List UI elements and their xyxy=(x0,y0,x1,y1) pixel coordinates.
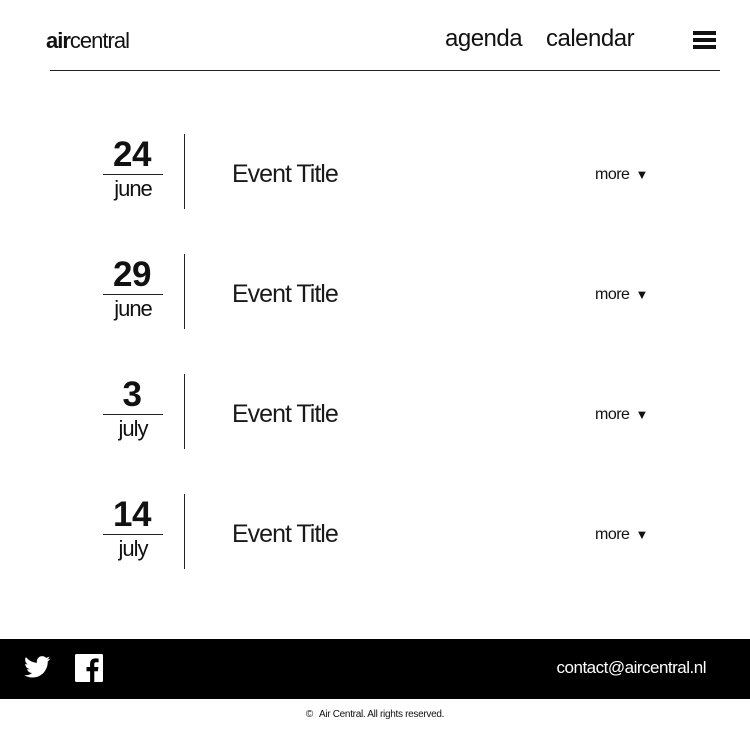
copyright-notice: © Air Central. All rights reserved. xyxy=(0,709,750,720)
facebook-icon[interactable] xyxy=(75,654,103,682)
event-item: 14 july Event Title more ▼ xyxy=(0,494,750,570)
hamburger-menu-icon[interactable] xyxy=(693,31,716,50)
caret-down-icon: ▼ xyxy=(635,287,648,302)
footer-bar: contact@aircentral.nl xyxy=(0,639,750,699)
event-more-toggle[interactable]: more ▼ xyxy=(595,285,648,305)
event-date-day: 29 xyxy=(113,255,151,294)
event-date-day: 14 xyxy=(113,495,151,534)
event-more-toggle[interactable]: more ▼ xyxy=(595,165,648,185)
event-more-toggle[interactable]: more ▼ xyxy=(595,525,648,545)
event-date-day: 24 xyxy=(113,135,151,174)
event-title[interactable]: Event Title xyxy=(232,279,339,309)
logo-text-bold: air xyxy=(46,28,71,53)
event-vertical-divider xyxy=(184,494,185,569)
event-date-month: june xyxy=(114,296,153,321)
caret-down-icon: ▼ xyxy=(635,527,648,542)
header-divider xyxy=(50,70,720,71)
nav-link-calendar[interactable]: calendar xyxy=(546,24,635,54)
caret-down-icon: ▼ xyxy=(635,407,648,422)
event-vertical-divider xyxy=(184,374,185,449)
event-item: 29 june Event Title more ▼ xyxy=(0,254,750,330)
copyright-symbol: © xyxy=(305,709,313,720)
logo-text-regular: central xyxy=(69,28,130,53)
event-date-month: july xyxy=(118,416,148,441)
twitter-icon[interactable] xyxy=(24,656,51,678)
event-date-month: june xyxy=(114,176,153,201)
caret-down-icon: ▼ xyxy=(635,167,648,182)
event-date-month: july xyxy=(118,536,148,561)
site-logo[interactable]: aircentral xyxy=(46,28,130,54)
menu-bar-bottom xyxy=(693,45,716,49)
event-more-toggle[interactable]: more ▼ xyxy=(595,405,648,425)
contact-email-link[interactable]: contact@aircentral.nl xyxy=(557,658,707,678)
event-vertical-divider xyxy=(184,254,185,329)
event-item: 3 july Event Title more ▼ xyxy=(0,374,750,450)
event-title[interactable]: Event Title xyxy=(232,399,339,429)
nav-link-agenda[interactable]: agenda xyxy=(445,24,523,54)
menu-bar-middle xyxy=(693,38,716,42)
event-title[interactable]: Event Title xyxy=(232,159,339,189)
event-title[interactable]: Event Title xyxy=(232,519,339,549)
more-label: more xyxy=(595,286,630,303)
menu-bar-top xyxy=(693,31,716,35)
more-label: more xyxy=(595,166,630,183)
event-vertical-divider xyxy=(184,134,185,209)
copyright-text: Air Central. All rights reserved. xyxy=(318,709,445,720)
more-label: more xyxy=(595,406,630,423)
event-date-day: 3 xyxy=(122,375,142,414)
more-label: more xyxy=(595,526,630,543)
event-item: 24 june Event Title more ▼ xyxy=(0,134,750,210)
